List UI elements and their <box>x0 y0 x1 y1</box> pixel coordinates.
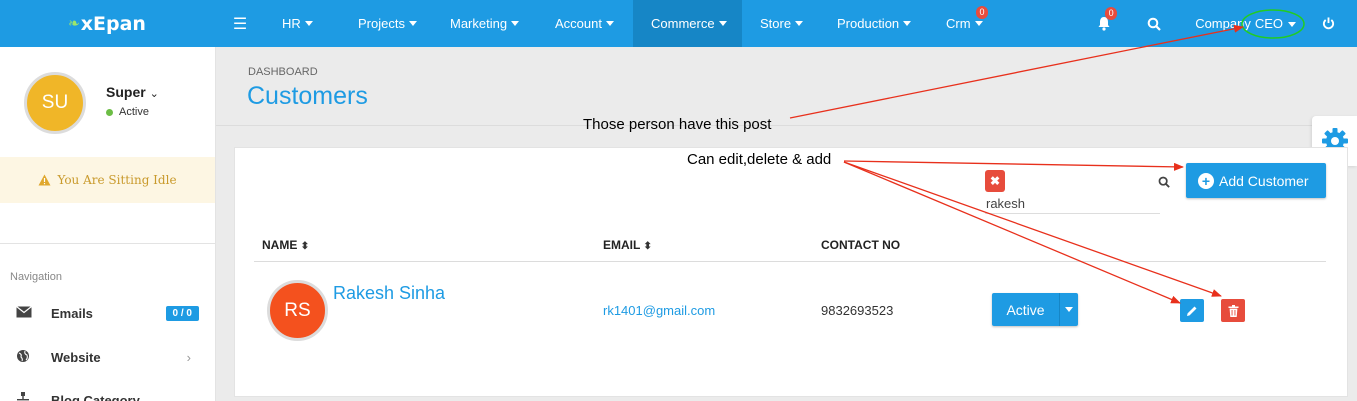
arrow-to-post <box>789 24 1244 119</box>
post-highlight-circle <box>1241 9 1305 39</box>
arrow-to-edit <box>843 161 1181 304</box>
arrow-to-add <box>843 160 1184 171</box>
annotation-arrows <box>789 9 1305 304</box>
arrow-to-delete <box>843 161 1222 297</box>
